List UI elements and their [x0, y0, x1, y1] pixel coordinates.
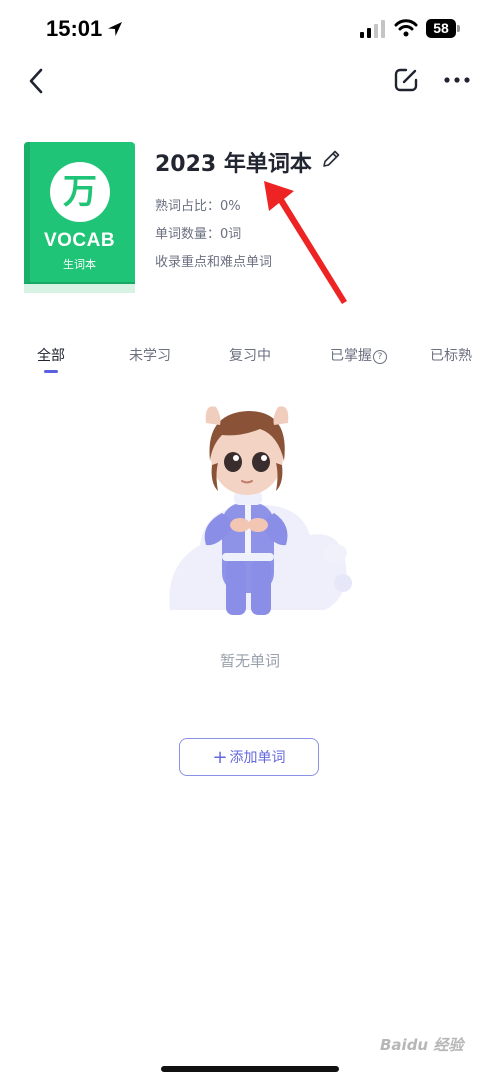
add-word-label: 添加单词 [229, 750, 286, 766]
book-description: 收录重点和难点单词 [155, 255, 273, 270]
word-count: 单词数量：0词 [155, 227, 242, 242]
tab-unlearned[interactable]: 未学习 [129, 345, 171, 365]
location-arrow-icon [108, 22, 122, 36]
status-bar: 15:01 58 [0, 0, 500, 60]
watermark: Baidu 经验 [380, 1036, 464, 1054]
tab-marked-familiar[interactable]: 已标熟 [430, 345, 472, 365]
plus-icon: + [212, 747, 228, 768]
battery-level: 58 [426, 19, 456, 38]
empty-state-text: 暂无单词 [219, 652, 280, 670]
annotation-arrow [264, 181, 347, 304]
chevron-left-icon[interactable] [22, 66, 52, 96]
cover-subtitle: 生词本 [63, 258, 96, 271]
wifi-icon [394, 19, 418, 37]
vocab-book-cover: 万 VOCAB 生词本 [24, 142, 135, 293]
vocab-logo-icon: 万 [50, 162, 110, 222]
familiar-ratio: 熟词占比：0% [155, 199, 241, 214]
battery-icon: 58 [426, 19, 462, 38]
pencil-icon[interactable] [320, 148, 342, 170]
empty-state-illustration [169, 406, 352, 615]
tab-all[interactable]: 全部 [37, 345, 65, 365]
cellular-signal-icon [360, 20, 385, 38]
home-indicator[interactable] [161, 1066, 339, 1072]
cover-title: VOCAB [43, 230, 116, 251]
active-tab-indicator [44, 370, 58, 373]
edit-square-icon[interactable] [392, 66, 420, 94]
add-word-button[interactable]: + 添加单词 [179, 738, 319, 776]
more-horizontal-icon[interactable] [442, 66, 472, 94]
status-time: 15:01 [46, 16, 103, 41]
help-icon[interactable]: ? [373, 350, 387, 364]
tab-mastered[interactable]: 已掌握? [330, 345, 387, 365]
book-title: 2023 年单词本 [155, 152, 312, 177]
tab-reviewing[interactable]: 复习中 [229, 345, 271, 365]
tab-mastered-label: 已掌握 [330, 348, 372, 364]
